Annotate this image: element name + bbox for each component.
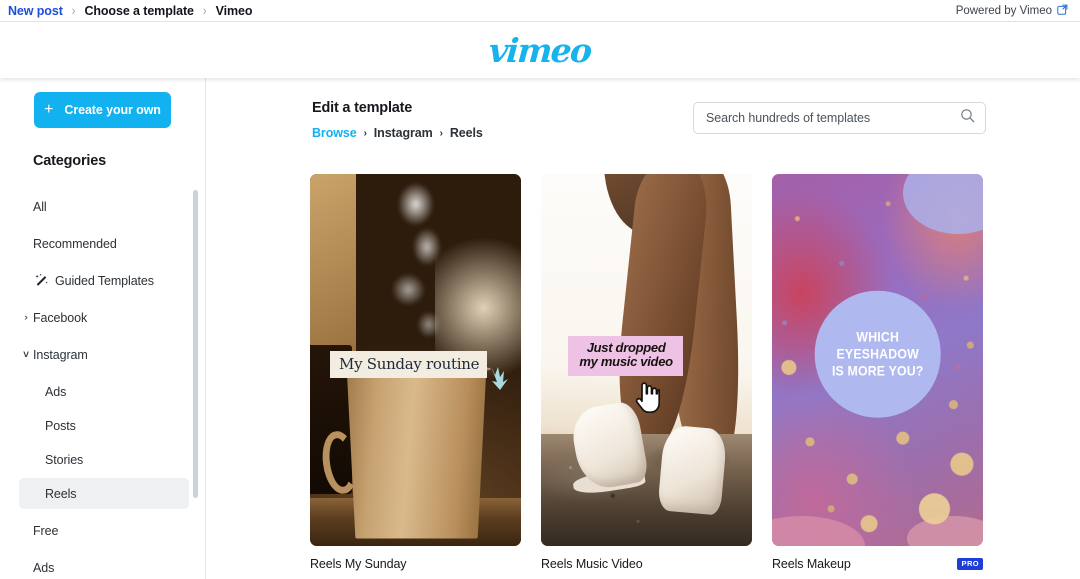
sub-breadcrumb-reels[interactable]: Reels [450, 126, 483, 140]
template-card-title: Reels My Sunday [310, 557, 407, 571]
sidebar-item-instagram-ads[interactable]: Ads [19, 376, 189, 407]
sidebar-item-label: Reels [45, 486, 77, 501]
breadcrumb-vimeo[interactable]: Vimeo [216, 4, 253, 18]
overlay-text-banner: My Sunday routine [330, 350, 488, 378]
template-card-title: Reels Music Video [541, 557, 643, 571]
chevron-down-icon: ∨ [21, 349, 31, 360]
sidebar-item-guided-templates[interactable]: Guided Templates [19, 265, 189, 296]
sidebar-item-label: Free [33, 523, 59, 538]
pro-badge: PRO [956, 558, 983, 570]
sidebar-item-facebook[interactable]: › Facebook [19, 302, 189, 333]
sidebar-item-instagram[interactable]: ∨ Instagram [19, 339, 189, 370]
arrow-leaf-icon [488, 362, 510, 397]
sidebar-scrollbar[interactable] [193, 190, 198, 498]
plus-icon: + [44, 101, 54, 118]
sidebar-item-instagram-reels[interactable]: Reels [19, 478, 189, 509]
back-sneaker [657, 424, 729, 516]
sidebar: + Create your own Categories All Recomme… [0, 78, 206, 579]
overlay-line-1: Just dropped [586, 339, 666, 355]
template-thumbnail[interactable]: Just dropped my music video [541, 174, 752, 546]
sidebar-item-free[interactable]: Free [19, 515, 189, 546]
sidebar-item-label: Ads [33, 560, 55, 575]
overlay-text: WHICH EYESHADOW IS MORE YOU? [832, 329, 924, 380]
vimeo-logo: vimeo [487, 30, 593, 70]
overlay-text-banner: Just dropped my music video [568, 335, 683, 376]
sub-breadcrumb-separator: › [363, 127, 367, 139]
template-card-title-row: Reels My Sunday [310, 557, 521, 571]
template-card-title-row: Reels Makeup PRO [772, 557, 983, 571]
pointing-hand-cursor-icon [634, 382, 660, 419]
sidebar-item-recommended[interactable]: Recommended [19, 228, 189, 259]
breadcrumb-separator: › [71, 3, 76, 18]
sidebar-item-instagram-stories[interactable]: Stories [19, 444, 189, 475]
page-title: Edit a template [312, 100, 413, 116]
template-card-title: Reels Makeup [772, 557, 851, 571]
sidebar-item-label: Facebook [33, 310, 88, 325]
sidebar-item-instagram-posts[interactable]: Posts [19, 410, 189, 441]
external-link-icon [1057, 4, 1068, 18]
template-thumbnail[interactable]: WHICH EYESHADOW IS MORE YOU? [772, 174, 983, 546]
sidebar-item-all[interactable]: All [19, 191, 189, 222]
sidebar-item-label: Instagram [33, 347, 88, 362]
sidebar-item-label: Stories [45, 452, 84, 467]
sub-breadcrumb-browse[interactable]: Browse [312, 126, 357, 140]
top-breadcrumb-bar: New post › Choose a template › Vimeo Pow… [0, 0, 1080, 22]
sidebar-item-label: Ads [45, 384, 67, 399]
main-content: Edit a template Browse › Instagram › Ree… [206, 78, 1080, 579]
overlay-line-3: IS MORE YOU? [831, 362, 924, 379]
overlay-circle: WHICH EYESHADOW IS MORE YOU? [814, 291, 941, 418]
page-body: + Create your own Categories All Recomme… [0, 78, 1080, 579]
sidebar-item-label: Posts [45, 418, 76, 433]
sidebar-item-ads[interactable]: Ads [19, 552, 189, 579]
breadcrumb-new-post[interactable]: New post [8, 4, 63, 18]
vimeo-logo-bar: vimeo [0, 22, 1080, 78]
category-nav: All Recommended Guided Templates › Faceb… [0, 191, 205, 579]
magic-wand-icon [33, 273, 49, 289]
overlay-line-1: WHICH [856, 328, 899, 345]
create-your-own-button[interactable]: + Create your own [34, 92, 171, 128]
chevron-right-icon: › [24, 312, 28, 323]
search-input[interactable] [706, 111, 960, 125]
categories-heading: Categories [33, 153, 106, 169]
breadcrumb-choose-a-template[interactable]: Choose a template [84, 4, 194, 18]
template-card-reels-makeup[interactable]: WHICH EYESHADOW IS MORE YOU? Reels Makeu… [772, 174, 983, 571]
overlay-line-2: EYESHADOW [836, 345, 919, 362]
template-card-reels-music-video[interactable]: Just dropped my music video Reels Music … [541, 174, 752, 571]
breadcrumb: New post › Choose a template › Vimeo [8, 3, 253, 18]
search-box[interactable] [693, 102, 986, 134]
main-header-left: Edit a template Browse › Instagram › Ree… [312, 100, 483, 140]
sub-breadcrumb-instagram[interactable]: Instagram [374, 126, 433, 140]
breadcrumb-separator: › [202, 3, 207, 18]
sidebar-item-label: Guided Templates [55, 273, 154, 288]
template-grid: My Sunday routine Reels My Sunday Just d… [206, 174, 1080, 571]
powered-by-label: Powered by Vimeo [955, 4, 1052, 17]
search-icon[interactable] [960, 108, 975, 128]
create-your-own-label: Create your own [64, 103, 161, 117]
sidebar-item-label: All [33, 199, 47, 214]
template-card-title-row: Reels Music Video [541, 557, 752, 571]
template-thumbnail[interactable]: My Sunday routine [310, 174, 521, 546]
main-header: Edit a template Browse › Instagram › Ree… [206, 100, 1080, 140]
overlay-line-2: my music video [579, 354, 673, 370]
template-card-reels-my-sunday[interactable]: My Sunday routine Reels My Sunday [310, 174, 521, 571]
sub-breadcrumb-separator: › [439, 127, 443, 139]
coffee-mug [346, 367, 487, 539]
steam-wisps [373, 181, 467, 375]
powered-by-vimeo[interactable]: Powered by Vimeo [956, 4, 1068, 18]
sidebar-item-label: Recommended [33, 236, 117, 251]
sub-breadcrumb: Browse › Instagram › Reels [312, 126, 483, 140]
